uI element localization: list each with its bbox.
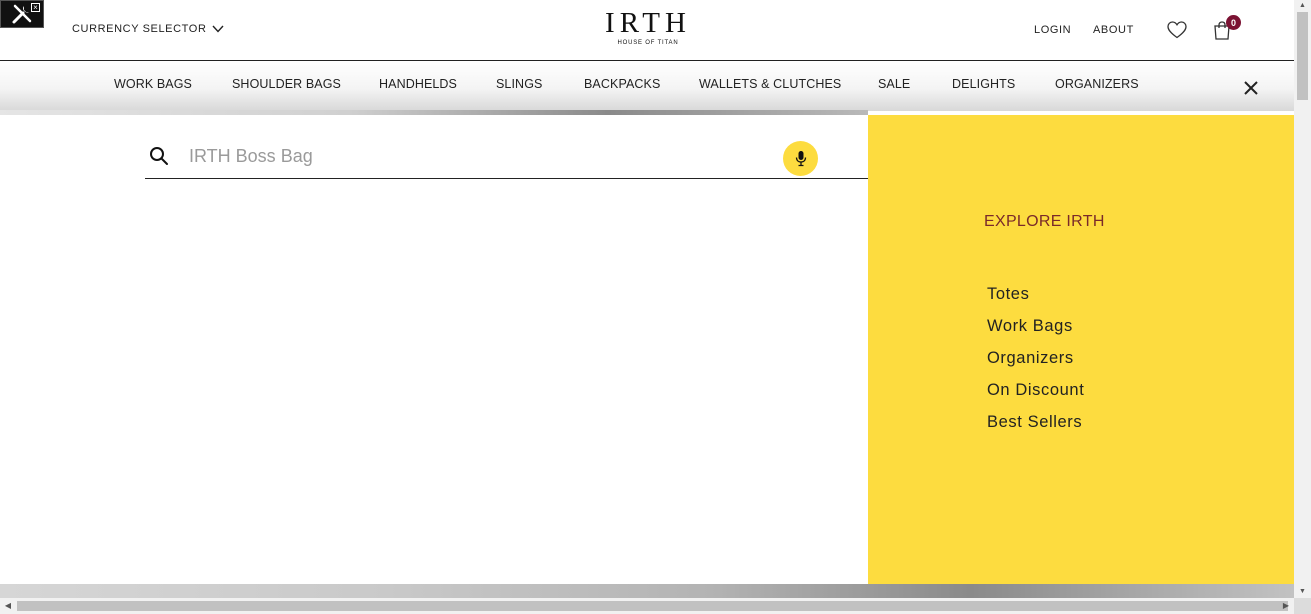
search-bar xyxy=(145,135,868,179)
scroll-left-arrow-icon[interactable]: ◀ xyxy=(2,598,14,614)
explore-links: Totes Work Bags Organizers On Discount B… xyxy=(987,285,1084,445)
scrollbar-corner xyxy=(1294,598,1311,614)
wishlist-button[interactable] xyxy=(1166,20,1188,40)
scroll-right-arrow-icon[interactable]: ▶ xyxy=(1280,598,1292,614)
page: CURRENCY SELECTOR IRTH HOUSE OF TITAN LO… xyxy=(0,0,1311,614)
chevron-down-icon xyxy=(211,25,224,33)
nav-item-handhelds[interactable]: HANDHELDS xyxy=(379,77,457,91)
voice-search-button[interactable] xyxy=(783,141,818,176)
tools-icon xyxy=(12,4,32,24)
login-link[interactable]: LOGIN xyxy=(1034,24,1071,36)
scroll-down-arrow-icon[interactable]: ▼ xyxy=(1294,586,1311,598)
currency-selector-label: CURRENCY SELECTOR xyxy=(72,23,207,35)
explore-link-work-bags[interactable]: Work Bags xyxy=(987,317,1084,349)
scroll-up-arrow-icon[interactable]: ▲ xyxy=(1294,0,1311,12)
vertical-scrollbar[interactable]: ▲ ▼ xyxy=(1294,0,1311,598)
close-search-button[interactable] xyxy=(1242,79,1260,97)
search-input[interactable] xyxy=(189,143,769,169)
vertical-scrollbar-thumb[interactable] xyxy=(1297,12,1308,100)
explore-link-organizers[interactable]: Organizers xyxy=(987,349,1084,381)
nav-item-work-bags[interactable]: WORK BAGS xyxy=(114,77,192,91)
currency-selector[interactable]: CURRENCY SELECTOR xyxy=(72,23,224,35)
explore-link-best-sellers[interactable]: Best Sellers xyxy=(987,413,1084,445)
nav-item-backpacks[interactable]: BACKPACKS xyxy=(584,77,660,91)
brand-logo[interactable]: IRTH HOUSE OF TITAN xyxy=(605,8,691,46)
explore-title: EXPLORE IRTH xyxy=(984,213,1105,230)
explore-link-totes[interactable]: Totes xyxy=(987,285,1084,317)
close-icon xyxy=(1244,81,1258,95)
cart-count-badge: 0 xyxy=(1226,15,1241,30)
search-icon xyxy=(150,147,168,165)
nav-item-organizers[interactable]: ORGANIZERS xyxy=(1055,77,1139,91)
nav-item-sale[interactable]: SALE xyxy=(878,77,910,91)
logo-subtitle: HOUSE OF TITAN xyxy=(617,40,679,46)
horizontal-scrollbar-thumb[interactable] xyxy=(17,601,1288,611)
category-nav: WORK BAGS SHOULDER BAGS HANDHELDS SLINGS… xyxy=(0,61,1294,111)
search-panel xyxy=(0,115,868,584)
about-link[interactable]: ABOUT xyxy=(1093,24,1134,36)
nav-item-slings[interactable]: SLINGS xyxy=(496,77,542,91)
logo-text: IRTH xyxy=(605,7,691,39)
nav-item-shoulder-bags[interactable]: SHOULDER BAGS xyxy=(232,77,341,91)
heart-icon xyxy=(1167,21,1187,39)
microphone-icon xyxy=(795,151,806,167)
devtools-toggle[interactable]: × xyxy=(0,0,44,28)
site-header: CURRENCY SELECTOR IRTH HOUSE OF TITAN LO… xyxy=(0,0,1294,61)
background-image-strip-bottom xyxy=(0,584,1294,598)
explore-link-on-discount[interactable]: On Discount xyxy=(987,381,1084,413)
close-icon[interactable]: × xyxy=(31,3,40,12)
nav-item-delights[interactable]: DELIGHTS xyxy=(952,77,1015,91)
explore-panel: EXPLORE IRTH Totes Work Bags Organizers … xyxy=(868,115,1294,584)
horizontal-scrollbar[interactable]: ◀ ▶ xyxy=(0,598,1294,614)
nav-item-wallets-clutches[interactable]: WALLETS & CLUTCHES xyxy=(699,77,841,91)
